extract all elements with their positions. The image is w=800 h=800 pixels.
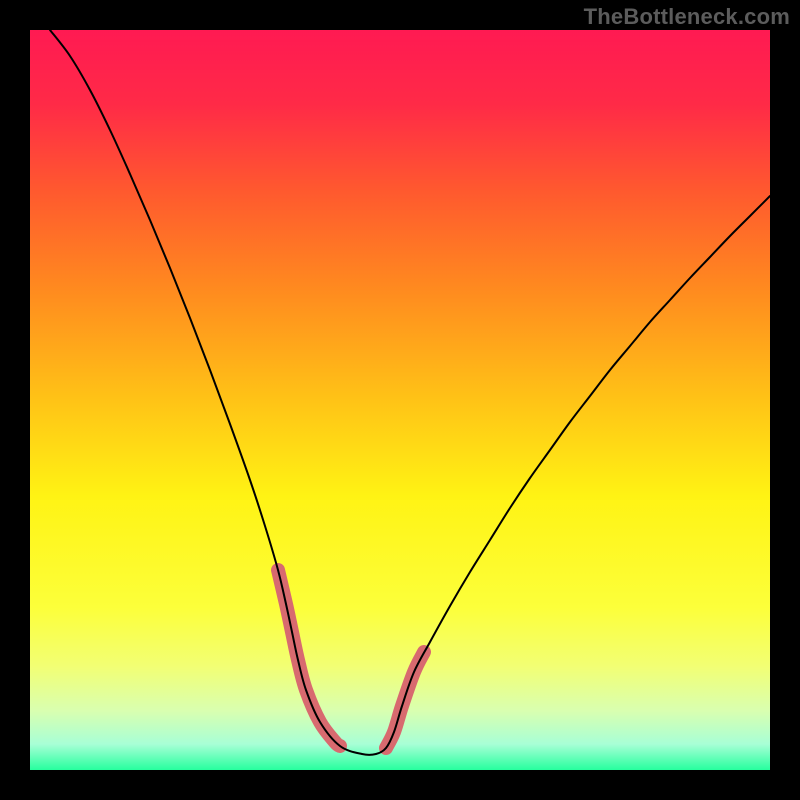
app-frame: TheBottleneck.com	[0, 0, 800, 800]
bottleneck-chart	[30, 30, 770, 770]
chart-background	[30, 30, 770, 770]
watermark-text: TheBottleneck.com	[584, 4, 790, 30]
chart-svg	[30, 30, 770, 770]
